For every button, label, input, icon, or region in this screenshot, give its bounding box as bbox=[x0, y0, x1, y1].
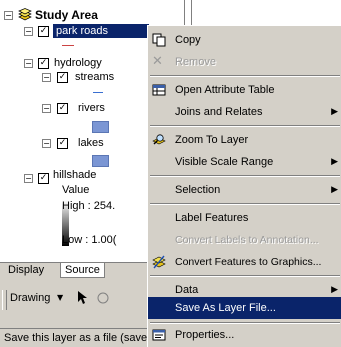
collapse-icon[interactable]: − bbox=[42, 73, 51, 82]
layer-visibility-checkbox[interactable]: ✓ bbox=[38, 173, 49, 184]
menu-item-label: Remove bbox=[175, 56, 216, 68]
data-frame-label: Study Area bbox=[35, 8, 98, 22]
menu-separator bbox=[150, 275, 340, 277]
layer-context-menu: Copy ✕ Remove Open Attribute Table Joins… bbox=[147, 25, 341, 347]
menu-item-convert-labels-to-annotation: Convert Labels to Annotation... bbox=[148, 229, 341, 251]
legend-low-label: Low : 1.00( bbox=[62, 234, 117, 246]
menu-item-label: Joins and Relates bbox=[175, 106, 263, 118]
collapse-icon[interactable]: − bbox=[24, 174, 33, 183]
menu-item-label: Convert Labels to Annotation... bbox=[175, 234, 319, 246]
menu-item-save-as-layer-file[interactable]: Save As Layer File... bbox=[148, 297, 341, 319]
layer-visibility-checkbox[interactable]: ✓ bbox=[57, 72, 68, 83]
menu-separator bbox=[150, 125, 340, 127]
collapse-icon[interactable]: − bbox=[42, 139, 51, 148]
layer-label-lakes[interactable]: lakes bbox=[78, 137, 104, 149]
menu-item-label: Selection bbox=[175, 184, 221, 196]
dropdown-arrow-icon[interactable]: ▼ bbox=[57, 293, 63, 302]
remove-icon: ✕ bbox=[152, 54, 163, 69]
menu-item-open-attribute-table[interactable]: Open Attribute Table bbox=[148, 79, 341, 101]
menu-separator bbox=[150, 175, 340, 177]
submenu-arrow-icon: ▶ bbox=[331, 157, 338, 167]
layer-label-hillshade[interactable]: hillshade bbox=[53, 169, 96, 181]
menu-item-label-features[interactable]: Label Features bbox=[148, 207, 341, 229]
collapse-icon[interactable]: − bbox=[24, 27, 33, 36]
layer-label-streams[interactable]: streams bbox=[75, 71, 114, 83]
layer-label-park-roads[interactable]: park roads bbox=[53, 24, 149, 38]
menu-item-label: Convert Features to Graphics... bbox=[175, 256, 322, 268]
menu-item-visible-scale-range[interactable]: Visible Scale Range ▶ bbox=[148, 151, 341, 173]
line-symbol bbox=[62, 45, 74, 46]
menu-separator bbox=[150, 203, 340, 205]
polygon-symbol bbox=[92, 121, 109, 133]
menu-item-copy[interactable]: Copy bbox=[148, 29, 341, 51]
tab-source[interactable]: Source bbox=[60, 263, 105, 278]
menu-item-selection[interactable]: Selection ▶ bbox=[148, 179, 341, 201]
arrow-pointer-icon[interactable] bbox=[77, 291, 89, 305]
menu-item-label: Properties... bbox=[175, 329, 235, 341]
submenu-arrow-icon: ▶ bbox=[331, 185, 338, 195]
toolbar-grip bbox=[2, 290, 7, 310]
menu-item-remove: ✕ Remove bbox=[148, 51, 341, 73]
convert-graphics-icon bbox=[152, 255, 166, 269]
menu-separator bbox=[150, 75, 340, 77]
legend-high-label: High : 254. bbox=[62, 200, 116, 212]
menu-item-label: Visible Scale Range bbox=[175, 156, 274, 168]
copy-icon bbox=[152, 33, 166, 47]
line-symbol bbox=[93, 92, 103, 93]
polygon-symbol bbox=[92, 155, 109, 167]
legend-value-label: Value bbox=[62, 184, 90, 196]
zoom-to-layer-icon bbox=[152, 134, 166, 145]
drawing-menu-button[interactable]: Drawing bbox=[10, 292, 50, 304]
layer-label-hydrology[interactable]: hydrology bbox=[54, 57, 102, 69]
layer-label-rivers[interactable]: rivers bbox=[78, 102, 105, 114]
menu-item-zoom-to-layer[interactable]: Zoom To Layer bbox=[148, 129, 341, 151]
submenu-arrow-icon: ▶ bbox=[331, 107, 338, 117]
menu-item-label: Zoom To Layer bbox=[175, 134, 249, 146]
menu-item-label: Copy bbox=[175, 34, 201, 46]
menu-item-convert-features-to-graphics[interactable]: Convert Features to Graphics... bbox=[148, 251, 341, 273]
layer-visibility-checkbox[interactable]: ✓ bbox=[38, 26, 49, 37]
collapse-icon[interactable]: − bbox=[42, 104, 51, 113]
layers-icon bbox=[18, 8, 32, 21]
menu-item-label: Save As Layer File... bbox=[175, 302, 276, 314]
menu-item-joins-and-relates[interactable]: Joins and Relates ▶ bbox=[148, 101, 341, 123]
menu-item-properties[interactable]: Properties... bbox=[148, 324, 341, 346]
menu-item-label: Label Features bbox=[175, 212, 249, 224]
layer-visibility-checkbox[interactable]: ✓ bbox=[57, 103, 68, 114]
menu-item-label: Open Attribute Table bbox=[175, 84, 275, 96]
rotate-icon[interactable] bbox=[96, 291, 110, 305]
layer-visibility-checkbox[interactable]: ✓ bbox=[38, 58, 49, 69]
tab-display[interactable]: Display bbox=[4, 263, 49, 277]
collapse-icon[interactable]: − bbox=[4, 11, 13, 20]
table-icon bbox=[152, 84, 166, 96]
properties-icon bbox=[152, 329, 166, 341]
layer-visibility-checkbox[interactable]: ✓ bbox=[57, 138, 68, 149]
collapse-icon[interactable]: − bbox=[24, 59, 33, 68]
